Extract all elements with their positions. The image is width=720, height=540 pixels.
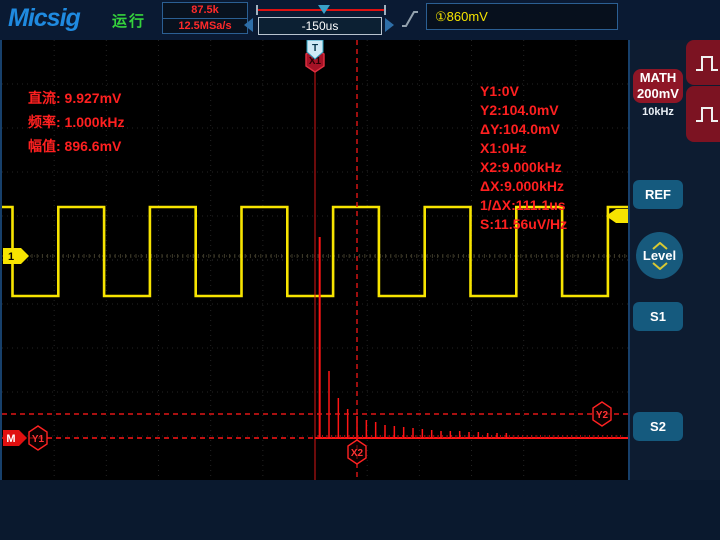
- sample-count: 87.5k: [163, 3, 247, 19]
- wave-next-button[interactable]: [686, 86, 720, 142]
- ref-button[interactable]: REF: [633, 180, 683, 209]
- trigger-position-icon[interactable]: [318, 5, 330, 14]
- trigger-marker-label: T: [312, 43, 318, 54]
- cursor-measurements: Y1:0V Y2:104.0mV ΔY:104.0mV X1:0Hz X2:9.…: [480, 83, 568, 232]
- y1-cursor-handle-label: Y1: [32, 434, 45, 445]
- math-freq-label: 10kHz: [642, 106, 674, 118]
- x2-cursor-handle-label: X2: [351, 448, 364, 459]
- scope-display[interactable]: X1 X2 Y1 Y2 T 1 M 直流: 9.927mV 频率: 1.000kHz 幅值:…: [0, 39, 630, 480]
- timebase-position-bar[interactable]: [256, 5, 386, 15]
- math-channel-badge[interactable]: MATH 200mV: [633, 69, 683, 103]
- top-bar: Micsig 运行 87.5k 12.5MSa/s -150us ①860mV: [0, 0, 720, 41]
- ch1-marker[interactable]: [3, 248, 29, 264]
- sample-info-box: 87.5k 12.5MSa/s: [162, 2, 248, 34]
- level-button[interactable]: Level: [636, 232, 683, 279]
- s2-button[interactable]: S2: [633, 412, 683, 441]
- micsig-logo: Micsig: [8, 4, 81, 32]
- pulse-icon: [696, 55, 718, 71]
- trigger-level-arrow[interactable]: [606, 209, 628, 223]
- bottom-bar: 微调 快速 保存 10kHz CH1 光标: [0, 480, 720, 540]
- math-marker-label: M: [6, 433, 15, 445]
- s1-button[interactable]: S1: [633, 302, 683, 331]
- level-down-chevron-icon: [651, 261, 668, 270]
- run-status[interactable]: 运行: [112, 10, 146, 31]
- right-chevron-icon[interactable]: [385, 18, 394, 32]
- ch1-marker-label: 1: [8, 251, 14, 263]
- y2-cursor-handle-label: Y2: [596, 410, 609, 421]
- oscilloscope-app: Micsig 运行 87.5k 12.5MSa/s -150us ①860mV …: [0, 0, 720, 540]
- sample-rate: 12.5MSa/s: [178, 19, 232, 32]
- horizontal-offset-readout[interactable]: -150us: [258, 17, 382, 35]
- left-chevron-icon[interactable]: [244, 18, 253, 32]
- pulse-icon: [696, 107, 718, 122]
- trigger-level-readout[interactable]: ①860mV: [426, 3, 618, 30]
- rising-edge-icon[interactable]: [400, 7, 420, 36]
- ch1-measurements: 直流: 9.927mV 频率: 1.000kHz 幅值: 896.6mV: [28, 90, 125, 154]
- level-label: Level: [642, 247, 677, 263]
- wave-prev-button[interactable]: [686, 40, 720, 85]
- right-sidebar: MATH 200mV 10kHz REF Level S1 S2: [630, 40, 720, 480]
